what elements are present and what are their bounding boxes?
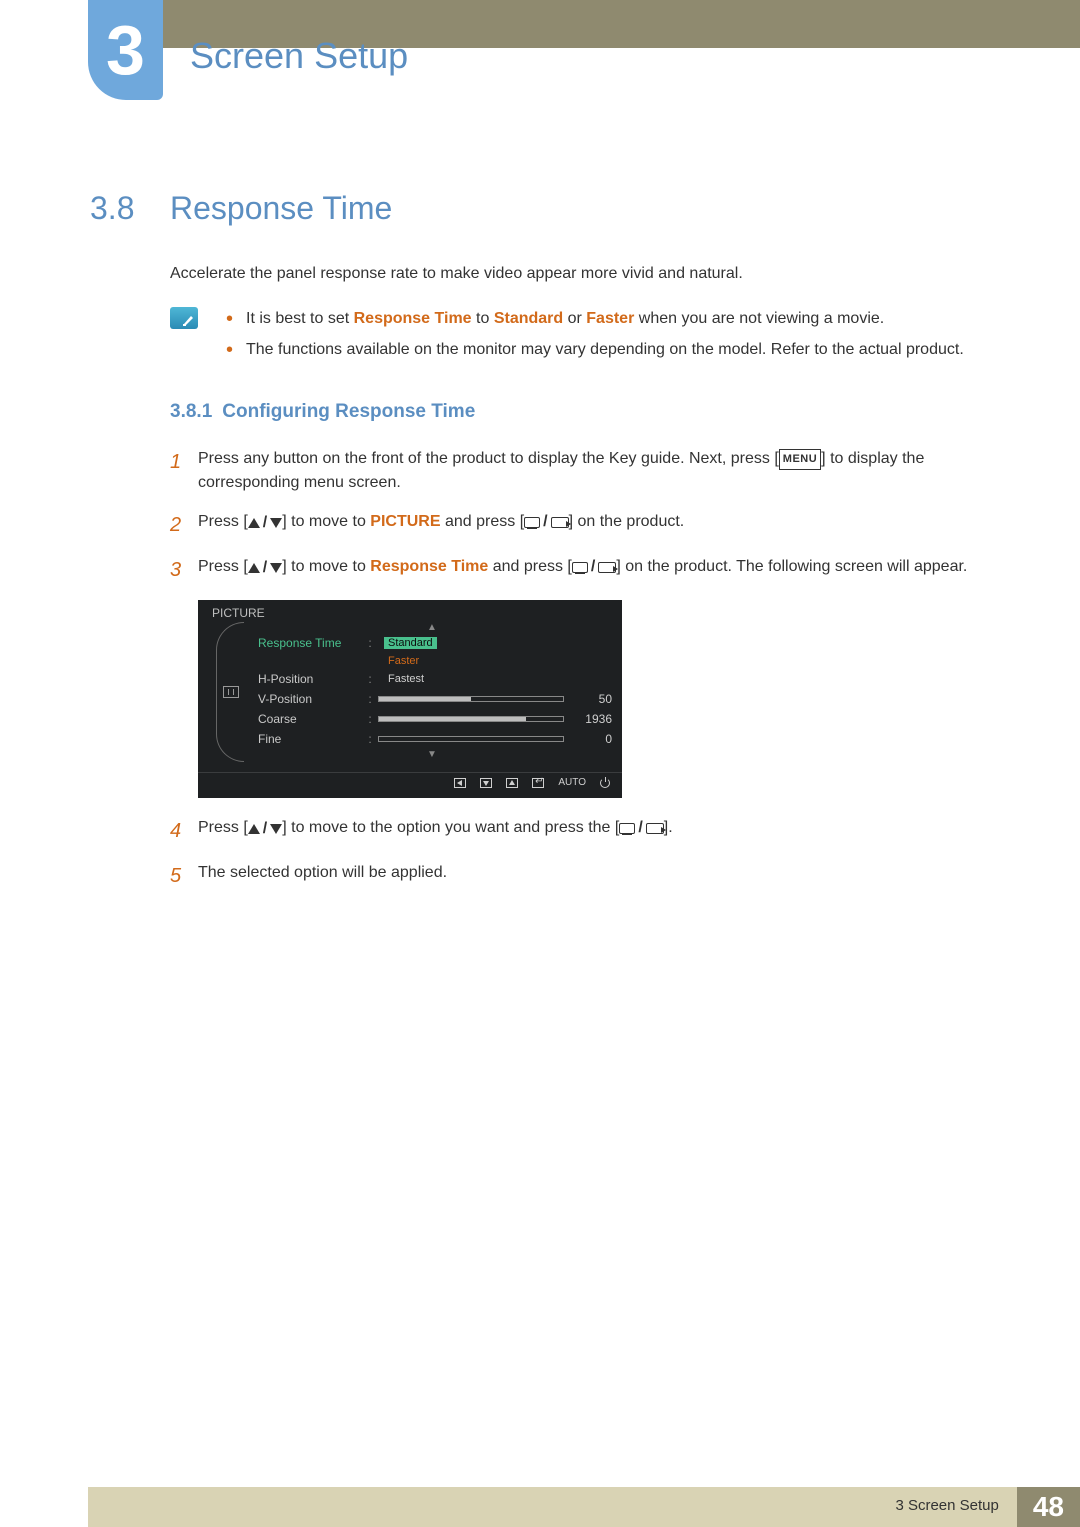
text-highlight: Response Time (370, 558, 488, 575)
osd-title: PICTURE (198, 600, 622, 622)
osd-row: Coarse : 1936 (252, 709, 612, 729)
text: and press [ (441, 513, 525, 530)
osd-option-selected: Standard (384, 637, 437, 649)
text: Press [ (198, 513, 248, 530)
osd-enter-icon (532, 777, 544, 788)
section-title: Response Time (170, 190, 392, 227)
subsection-heading: 3.8.1 Configuring Response Time (170, 401, 990, 423)
menu-button-icon: MENU (779, 449, 821, 470)
osd-label: H-Position (252, 672, 362, 686)
osd-label: V-Position (252, 692, 362, 706)
note-text: It is best to set (246, 310, 354, 327)
osd-value: 1936 (572, 712, 612, 726)
text: ] to move to the option you want and pre… (282, 819, 619, 836)
text-highlight: PICTURE (370, 513, 440, 530)
text: Press [ (198, 819, 248, 836)
info-icon (170, 307, 198, 329)
up-down-icon: / (248, 511, 282, 536)
note-block: It is best to set Response Time to Stand… (170, 307, 990, 369)
osd-power-icon (600, 777, 610, 788)
step-item: 1 Press any button on the front of the p… (170, 447, 990, 497)
osd-row-sub: Faster (252, 653, 612, 671)
text: ] to move to (282, 513, 370, 530)
step-number: 3 (170, 555, 198, 586)
osd-label: Response Time (252, 636, 362, 650)
step-text: Press [/] to move to the option you want… (198, 816, 990, 847)
osd-category-icon (208, 622, 252, 762)
osd-label: Coarse (252, 712, 362, 726)
footer-chapter-label: 3 Screen Setup (88, 1487, 1017, 1527)
osd-value: 0 (572, 732, 612, 746)
scroll-down-icon: ▼ (252, 749, 612, 760)
step-item: 4 Press [/] to move to the option you wa… (170, 816, 990, 847)
section-number: 3.8 (90, 190, 170, 227)
note-item: It is best to set Response Time to Stand… (226, 307, 964, 332)
note-highlight: Faster (586, 310, 634, 327)
text: ] to move to (282, 558, 370, 575)
osd-row-sub: H-Position: Fastest (252, 671, 612, 689)
step-text: Press [/] to move to Response Time and p… (198, 555, 990, 586)
scroll-up-icon: ▲ (252, 622, 612, 633)
step-item: 2 Press [/] to move to PICTURE and press… (170, 510, 990, 541)
note-text: when you are not viewing a movie. (634, 310, 884, 327)
osd-option: Fastest (384, 673, 428, 685)
step-number: 4 (170, 816, 198, 847)
step-text: The selected option will be applied. (198, 861, 990, 892)
osd-row: Response Time : Standard (252, 633, 612, 653)
chapter-number-badge: 3 (88, 0, 163, 100)
osd-row: V-Position : 50 (252, 689, 612, 709)
note-item: The functions available on the monitor m… (226, 338, 964, 363)
text: Press any button on the front of the pro… (198, 450, 779, 467)
page-header: 3 Screen Setup (0, 0, 1080, 100)
osd-down-icon (480, 777, 492, 788)
osd-auto-label: AUTO (558, 777, 586, 788)
osd-option: Faster (384, 655, 423, 667)
enter-source-icon: / (572, 555, 616, 580)
note-highlight: Standard (494, 310, 563, 327)
note-text: or (563, 310, 586, 327)
step-item: 3 Press [/] to move to Response Time and… (170, 555, 990, 586)
step-item: 5 The selected option will be applied. (170, 861, 990, 892)
text: Press [ (198, 558, 248, 575)
step-number: 5 (170, 861, 198, 892)
note-highlight: Response Time (354, 310, 472, 327)
up-down-icon: / (248, 817, 282, 842)
text: ] on the product. (569, 513, 685, 530)
subsection-number: 3.8.1 (170, 401, 212, 422)
section-heading: 3.8 Response Time (90, 190, 990, 227)
osd-label: Fine (252, 732, 362, 746)
note-text: to (472, 310, 494, 327)
chapter-title: Screen Setup (190, 35, 408, 77)
enter-source-icon: / (524, 510, 568, 535)
steps-list: 1 Press any button on the front of the p… (170, 447, 990, 587)
up-down-icon: / (248, 556, 282, 581)
step-number: 1 (170, 447, 198, 497)
content: 3.8 Response Time Accelerate the panel r… (0, 100, 1080, 892)
step-number: 2 (170, 510, 198, 541)
enter-source-icon: / (619, 816, 663, 841)
page-footer: 3 Screen Setup 48 (0, 1487, 1080, 1527)
note-list: It is best to set Response Time to Stand… (226, 307, 964, 369)
footer-page-number: 48 (1017, 1487, 1080, 1527)
steps-list-cont: 4 Press [/] to move to the option you wa… (170, 816, 990, 892)
osd-panel: PICTURE ▲ Response Time : Standard (198, 600, 622, 798)
osd-up-icon (506, 777, 518, 788)
osd-value: 50 (572, 692, 612, 706)
text: ] on the product. The following screen w… (616, 558, 967, 575)
subsection-title: Configuring Response Time (222, 401, 475, 422)
section-intro: Accelerate the panel response rate to ma… (170, 265, 990, 283)
step-text: Press [/] to move to PICTURE and press [… (198, 510, 990, 541)
osd-row: Fine : 0 (252, 729, 612, 749)
osd-back-icon (454, 777, 466, 788)
text: and press [ (488, 558, 572, 575)
osd-footer: AUTO (198, 772, 622, 794)
osd-screenshot: PICTURE ▲ Response Time : Standard (198, 600, 990, 798)
step-text: Press any button on the front of the pro… (198, 447, 990, 497)
